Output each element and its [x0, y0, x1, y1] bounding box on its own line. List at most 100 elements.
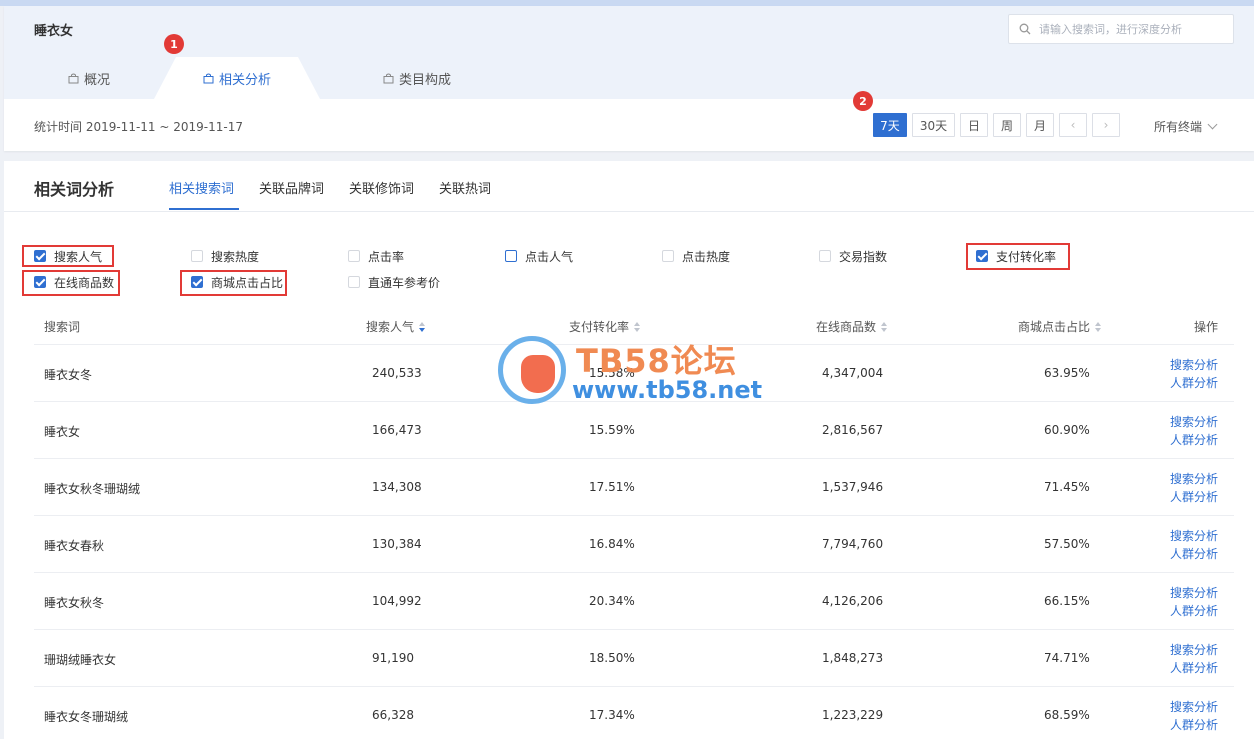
crowd-analysis-link[interactable]: 人群分析	[1170, 602, 1218, 620]
crowd-analysis-link[interactable]: 人群分析	[1170, 431, 1218, 449]
row-divider	[34, 629, 1234, 630]
cell-products: 4,347,004	[822, 366, 884, 380]
cell-word: 睡衣女冬珊瑚绒	[44, 710, 129, 724]
checkbox-label: 交易指数	[839, 249, 888, 264]
row-divider	[34, 686, 1234, 687]
crowd-analysis-link[interactable]: 人群分析	[1170, 488, 1218, 506]
tab-modifier-words[interactable]: 关联修饰词	[349, 178, 414, 197]
crowd-analysis-link[interactable]: 人群分析	[1170, 374, 1218, 392]
search-analysis-link[interactable]: 搜索分析	[1170, 527, 1218, 545]
checkbox-label: 搜索热度	[211, 249, 260, 264]
cell-popularity: 66,328	[372, 708, 414, 722]
tab-related-search-words[interactable]: 相关搜索词	[169, 178, 234, 197]
crowd-analysis-link[interactable]: 人群分析	[1170, 545, 1218, 563]
device-select[interactable]: 所有终端	[1154, 118, 1218, 135]
search-analysis-link[interactable]: 搜索分析	[1170, 470, 1218, 488]
cell-conversion: 15.59%	[589, 423, 635, 437]
highlight-box	[966, 243, 1070, 270]
highlight-box	[22, 245, 114, 267]
cell-popularity: 130,384	[372, 537, 422, 551]
cell-products: 7,794,760	[822, 537, 884, 551]
tab-related-analysis[interactable]: 相关分析	[174, 57, 300, 99]
cell-popularity: 166,473	[372, 423, 422, 437]
chevron-right-icon: ›	[1103, 118, 1109, 132]
cell-products: 1,537,946	[822, 480, 884, 494]
cell-word: 睡衣女秋冬	[44, 596, 105, 610]
cell-popularity: 104,992	[372, 594, 422, 608]
active-tab-underline	[169, 208, 239, 210]
period-30d-button[interactable]: 30天	[912, 113, 955, 137]
checkbox-ztc-price[interactable]: 直通车参考价	[348, 273, 440, 291]
cell-word: 睡衣女秋冬珊瑚绒	[44, 482, 141, 496]
tab-category[interactable]: 类目构成	[354, 57, 480, 99]
column-header-word: 搜索词	[44, 320, 81, 334]
column-header-popularity[interactable]: 搜索人气	[366, 318, 426, 335]
annotation-badge: 2	[853, 91, 873, 111]
prev-period-button[interactable]: ‹	[1059, 113, 1087, 137]
sort-icon	[881, 322, 888, 332]
period-7d-button[interactable]: 7天	[873, 113, 907, 137]
period-week-button[interactable]: 周	[993, 113, 1021, 137]
cell-word: 睡衣女冬	[44, 368, 93, 382]
period-month-button[interactable]: 月	[1026, 113, 1054, 137]
search-icon	[1019, 23, 1031, 35]
next-period-button[interactable]: ›	[1092, 113, 1120, 137]
tab-hot-words[interactable]: 关联热词	[439, 178, 491, 197]
tab-overview[interactable]: 概况	[44, 57, 134, 99]
column-header-mall-ratio[interactable]: 商城点击占比	[1018, 318, 1102, 335]
search-analysis-link[interactable]: 搜索分析	[1170, 641, 1218, 659]
device-select-label: 所有终端	[1154, 120, 1203, 134]
crowd-analysis-link[interactable]: 人群分析	[1170, 716, 1218, 734]
search-analysis-link[interactable]: 搜索分析	[1170, 698, 1218, 716]
cell-word: 睡衣女春秋	[44, 539, 105, 553]
tab-label: 类目构成	[398, 72, 451, 88]
cell-mall-ratio: 63.95%	[1044, 366, 1090, 380]
cell-word: 睡衣女	[44, 425, 81, 439]
period-day-button[interactable]: 日	[960, 113, 988, 137]
cell-mall-ratio: 68.59%	[1044, 708, 1090, 722]
column-header-actions: 操作	[1194, 320, 1219, 334]
cell-mall-ratio: 74.71%	[1044, 651, 1090, 665]
cell-mall-ratio: 57.50%	[1044, 537, 1090, 551]
chevron-down-icon	[1207, 119, 1218, 130]
cell-products: 4,126,206	[822, 594, 884, 608]
chevron-left-icon: ‹	[1070, 118, 1076, 132]
cell-products: 1,848,273	[822, 651, 884, 665]
checkbox-icon	[662, 250, 674, 262]
watermark-url: www.tb58.net	[572, 376, 763, 404]
checkbox-icon	[819, 250, 831, 262]
checkbox-click-popularity[interactable]: 点击人气	[505, 247, 573, 265]
column-header-label: 在线商品数	[816, 320, 877, 334]
checkbox-click-heat[interactable]: 点击热度	[662, 247, 730, 265]
column-header-products[interactable]: 在线商品数	[816, 318, 888, 335]
search-analysis-link[interactable]: 搜索分析	[1170, 584, 1218, 602]
checkbox-icon	[348, 276, 360, 288]
cell-conversion: 18.50%	[589, 651, 635, 665]
row-divider	[34, 458, 1234, 459]
column-header-conversion[interactable]: 支付转化率	[569, 318, 641, 335]
cell-word: 珊瑚绒睡衣女	[44, 653, 117, 667]
watermark-logo	[498, 336, 566, 404]
cell-mall-ratio: 71.45%	[1044, 480, 1090, 494]
checkbox-icon	[348, 250, 360, 262]
sort-icon	[419, 322, 426, 332]
crowd-analysis-link[interactable]: 人群分析	[1170, 659, 1218, 677]
tab-label: 相关分析	[218, 72, 271, 88]
checkbox-trade-index[interactable]: 交易指数	[819, 247, 887, 265]
stat-time-range: 统计时间 2019-11-11 ~ 2019-11-17	[34, 120, 243, 134]
tab-brand-words[interactable]: 关联品牌词	[259, 178, 324, 197]
cell-popularity: 134,308	[372, 480, 422, 494]
sort-icon	[634, 322, 641, 332]
checkbox-search-heat[interactable]: 搜索热度	[191, 247, 259, 265]
row-divider	[34, 572, 1234, 573]
search-analysis-link[interactable]: 搜索分析	[1170, 356, 1218, 374]
section-title: 相关词分析	[34, 180, 115, 199]
checkbox-label: 点击人气	[525, 249, 574, 264]
search-analysis-link[interactable]: 搜索分析	[1170, 413, 1218, 431]
search-input[interactable]	[1039, 20, 1227, 38]
column-header-label: 支付转化率	[569, 320, 630, 334]
checkbox-click-rate[interactable]: 点击率	[348, 247, 404, 265]
search-box[interactable]	[1008, 14, 1234, 44]
page-title: 睡衣女	[34, 24, 74, 39]
cell-conversion: 17.34%	[589, 708, 635, 722]
